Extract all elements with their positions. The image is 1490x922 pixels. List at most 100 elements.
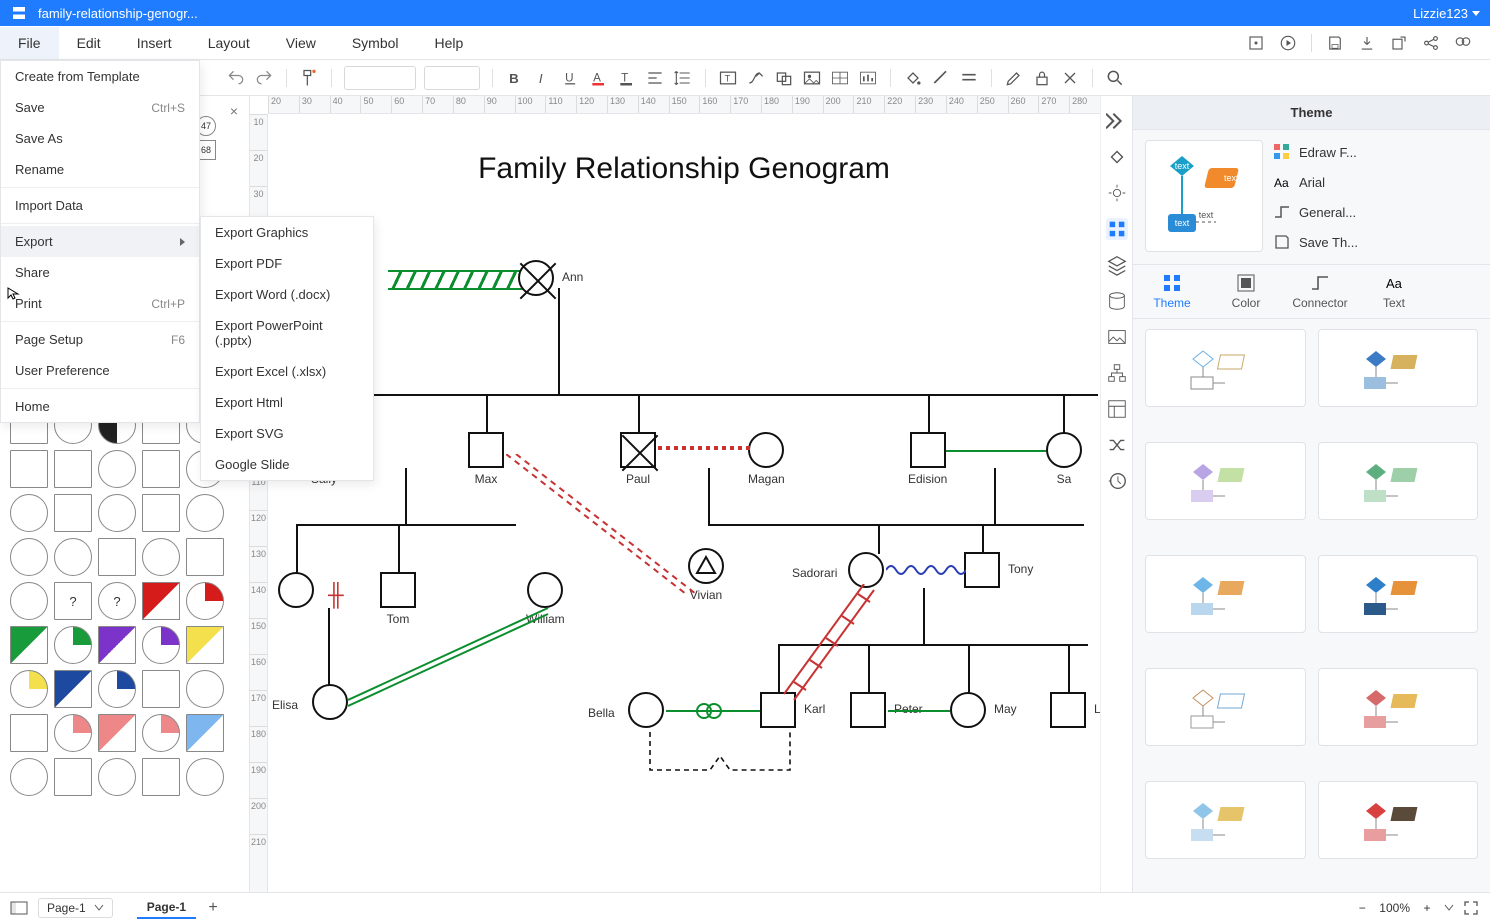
theme-thumbnail[interactable] <box>1318 781 1479 859</box>
drawing-canvas[interactable]: Family Relationship Genogram Ann Sally M… <box>268 114 1100 892</box>
person-max[interactable]: Max <box>468 432 504 486</box>
search-icon[interactable] <box>1105 68 1125 88</box>
export-svg[interactable]: Export SVG <box>201 418 373 449</box>
bold-icon[interactable]: B <box>505 68 525 88</box>
redo-icon[interactable] <box>254 68 274 88</box>
stencil-shape[interactable] <box>98 758 136 796</box>
italic-icon[interactable]: I <box>533 68 553 88</box>
theme-option-save[interactable]: Save Th... <box>1273 230 1478 254</box>
export-graphics[interactable]: Export Graphics <box>201 217 373 248</box>
theme-tab-color[interactable]: Color <box>1219 273 1273 310</box>
data-icon[interactable] <box>1106 290 1128 312</box>
download-icon[interactable] <box>1358 34 1376 52</box>
undo-icon[interactable] <box>226 68 246 88</box>
file-save-as[interactable]: Save As <box>1 123 199 154</box>
person-unnamed-circle[interactable] <box>278 572 314 608</box>
file-user-preference[interactable]: User Preference <box>1 355 199 386</box>
stencil-shape[interactable] <box>10 670 48 708</box>
menu-symbol[interactable]: Symbol <box>334 27 417 59</box>
file-home[interactable]: Home <box>1 391 199 422</box>
align-icon[interactable] <box>645 68 665 88</box>
stencil-shape[interactable] <box>54 758 92 796</box>
stencil-shape[interactable] <box>10 714 48 752</box>
layout-rail-icon[interactable] <box>1106 398 1128 420</box>
line-style-icon[interactable] <box>959 68 979 88</box>
page-layout-icon[interactable] <box>10 901 28 915</box>
stencil-shape[interactable] <box>10 494 48 532</box>
stencil-shape[interactable] <box>142 758 180 796</box>
underline-icon[interactable]: U <box>561 68 581 88</box>
theme-thumbnail[interactable] <box>1145 555 1306 633</box>
stencil-shape[interactable]: ? <box>98 582 136 620</box>
format-painter-icon[interactable] <box>299 68 319 88</box>
stencil-shape[interactable] <box>98 670 136 708</box>
theme-option-font[interactable]: AaArial <box>1273 170 1478 194</box>
chart-icon[interactable] <box>858 68 878 88</box>
theme-thumbnail[interactable] <box>1318 668 1479 746</box>
stencil-shape[interactable] <box>54 714 92 752</box>
file-save[interactable]: SaveCtrl+S <box>1 92 199 123</box>
theme-thumbnail[interactable] <box>1145 781 1306 859</box>
image-icon[interactable] <box>802 68 822 88</box>
person-sa[interactable]: Sa <box>1046 432 1082 486</box>
person-sadorari[interactable]: Sadorari <box>848 552 884 588</box>
font-family-select[interactable] <box>344 66 416 90</box>
stencil-shape[interactable] <box>186 538 224 576</box>
stencil-shape[interactable] <box>54 538 92 576</box>
file-create-template[interactable]: Create from Template <box>1 61 199 92</box>
export-google-slide[interactable]: Google Slide <box>201 449 373 480</box>
theme-thumbnail[interactable] <box>1145 668 1306 746</box>
stencil-shape[interactable] <box>98 450 136 488</box>
theme-option-connector[interactable]: General... <box>1273 200 1478 224</box>
file-page-setup[interactable]: Page SetupF6 <box>1 324 199 355</box>
layers-icon[interactable] <box>1106 254 1128 276</box>
export-word[interactable]: Export Word (.docx) <box>201 279 373 310</box>
picture-rail-icon[interactable] <box>1106 326 1128 348</box>
export-pdf[interactable]: Export PDF <box>201 248 373 279</box>
stencil-shape[interactable] <box>54 670 92 708</box>
stencil-shape[interactable] <box>54 626 92 664</box>
zoom-out-button[interactable]: − <box>1353 899 1371 917</box>
person-may[interactable]: May <box>950 692 986 728</box>
export-icon[interactable] <box>1390 34 1408 52</box>
theme-thumbnail[interactable] <box>1145 442 1306 520</box>
table-icon[interactable] <box>830 68 850 88</box>
stencil-shape[interactable] <box>142 626 180 664</box>
stencil-shape[interactable]: ? <box>54 582 92 620</box>
theme-thumbnail[interactable] <box>1145 329 1306 407</box>
lock-icon[interactable] <box>1032 68 1052 88</box>
person-le[interactable]: Le <box>1050 692 1086 728</box>
stencil-shape[interactable] <box>142 450 180 488</box>
connector-icon[interactable] <box>746 68 766 88</box>
stencil-shape[interactable] <box>142 538 180 576</box>
fill-icon[interactable] <box>903 68 923 88</box>
theme-rail-icon[interactable] <box>1106 218 1128 240</box>
page-selector[interactable]: Page-1 <box>38 898 113 918</box>
menu-edit[interactable]: Edit <box>59 27 119 59</box>
theme-option-edraw[interactable]: Edraw F... <box>1273 140 1478 164</box>
export-powerpoint[interactable]: Export PowerPoint (.pptx) <box>201 310 373 356</box>
line-spacing-icon[interactable] <box>673 68 693 88</box>
stencil-shape[interactable] <box>186 582 224 620</box>
fit-screen-icon[interactable] <box>1247 34 1265 52</box>
file-import-data[interactable]: Import Data <box>1 190 199 221</box>
person-ann[interactable]: Ann <box>518 260 554 296</box>
menu-help[interactable]: Help <box>417 27 482 59</box>
stencil-shape[interactable] <box>98 538 136 576</box>
shape-icon[interactable] <box>774 68 794 88</box>
close-panel-icon[interactable]: × <box>225 102 243 120</box>
theme-tab-text[interactable]: AaText <box>1367 273 1421 310</box>
export-excel[interactable]: Export Excel (.xlsx) <box>201 356 373 387</box>
menu-view[interactable]: View <box>268 27 334 59</box>
stencil-shape[interactable] <box>54 450 92 488</box>
effects-icon[interactable] <box>1106 182 1128 204</box>
user-menu[interactable]: Lizzie123 <box>1413 6 1480 21</box>
stencil-shape[interactable] <box>10 582 48 620</box>
menu-insert[interactable]: Insert <box>119 27 190 59</box>
fullscreen-icon[interactable] <box>1462 899 1480 917</box>
stencil-shape[interactable] <box>142 582 180 620</box>
history-icon[interactable] <box>1106 470 1128 492</box>
stencil-shape[interactable] <box>98 494 136 532</box>
file-share[interactable]: Share <box>1 257 199 288</box>
stencil-shape[interactable] <box>186 758 224 796</box>
